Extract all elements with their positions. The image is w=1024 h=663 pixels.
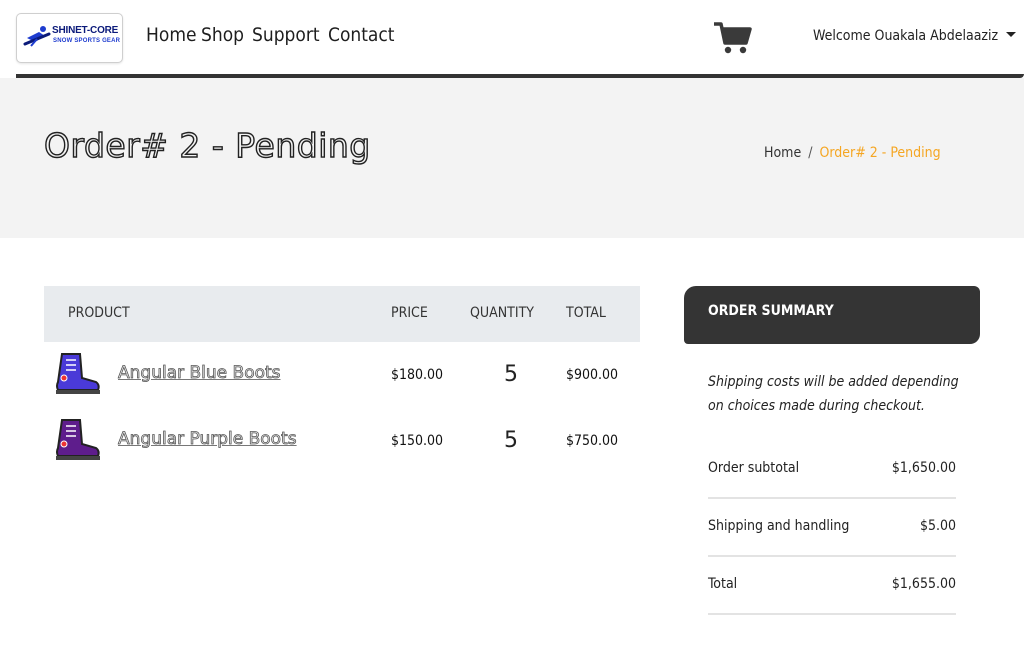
summary-label: Total — [708, 576, 738, 592]
snowboarder-icon — [23, 26, 51, 47]
nav-home[interactable]: Home — [146, 24, 197, 46]
logo-title: SHINET-CORE — [52, 25, 119, 36]
summary-row-shipping: Shipping and handling $5.00 — [708, 498, 956, 557]
page-header: Order# 2 - Pending Home / Order# 2 - Pendi… — [0, 78, 1024, 238]
total-cell: $750.00 — [566, 433, 619, 449]
summary-value: $5.00 — [919, 518, 956, 534]
user-greeting: Welcome Ouakala Abdelaaziz — [813, 28, 999, 44]
logo-subtitle: SNOW SPORTS GEAR — [53, 38, 121, 44]
price-cell: $180.00 — [391, 367, 444, 383]
nav-support[interactable]: Support — [252, 24, 320, 46]
navbar: SHINET-CORE SNOW SPORTS GEAR Home Shop S… — [0, 0, 1024, 74]
product-link[interactable]: Angular Blue Boots — [118, 363, 281, 384]
order-summary-title: ORDER SUMMARY — [708, 303, 834, 319]
order-summary-header: ORDER SUMMARY — [684, 286, 980, 344]
quantity-cell: 5 — [504, 428, 518, 453]
col-price: PRICE — [391, 305, 428, 321]
col-quantity: QUANTITY — [470, 305, 534, 321]
col-total: TOTAL — [566, 305, 606, 321]
shopping-cart-icon[interactable] — [712, 21, 752, 60]
summary-value: $1,655.00 — [891, 576, 956, 592]
summary-value: $1,650.00 — [891, 460, 956, 476]
breadcrumb: Home / Order# 2 - Pending — [764, 145, 941, 161]
user-menu-dropdown[interactable]: Welcome Ouakala Abdelaaziz — [813, 28, 1017, 44]
breadcrumb-home[interactable]: Home — [764, 145, 801, 161]
table-header: PRODUCT PRICE QUANTITY TOTAL — [44, 286, 640, 342]
blue-boot-icon — [56, 353, 100, 394]
brand-logo[interactable]: SHINET-CORE SNOW SPORTS GEAR — [16, 13, 123, 63]
summary-label: Order subtotal — [708, 460, 800, 476]
breadcrumb-current: Order# 2 - Pending — [819, 145, 941, 161]
summary-label: Shipping and handling — [708, 518, 850, 534]
breadcrumb-separator: / — [808, 145, 813, 161]
summary-row-total: Total $1,655.00 — [708, 556, 956, 615]
table-row: Angular Blue Boots $180.00 5 $900.00 — [44, 342, 640, 408]
order-items-table: PRODUCT PRICE QUANTITY TOTAL Angular Blu… — [44, 286, 640, 474]
shipping-note: Shipping costs will be added depending o… — [708, 374, 959, 414]
nav-shop[interactable]: Shop — [201, 24, 244, 46]
page-title: Order# 2 - Pending — [43, 125, 371, 165]
purple-boot-icon — [56, 419, 100, 460]
quantity-cell: 5 — [504, 362, 518, 387]
price-cell: $150.00 — [391, 433, 444, 449]
summary-row-subtotal: Order subtotal $1,650.00 — [708, 440, 956, 499]
nav-contact[interactable]: Contact — [328, 24, 395, 46]
caret-down-icon — [1006, 32, 1017, 37]
col-product: PRODUCT — [68, 305, 130, 321]
table-row: Angular Purple Boots $150.00 5 $750.00 — [44, 408, 640, 474]
total-cell: $900.00 — [566, 367, 619, 383]
product-link[interactable]: Angular Purple Boots — [118, 429, 297, 450]
